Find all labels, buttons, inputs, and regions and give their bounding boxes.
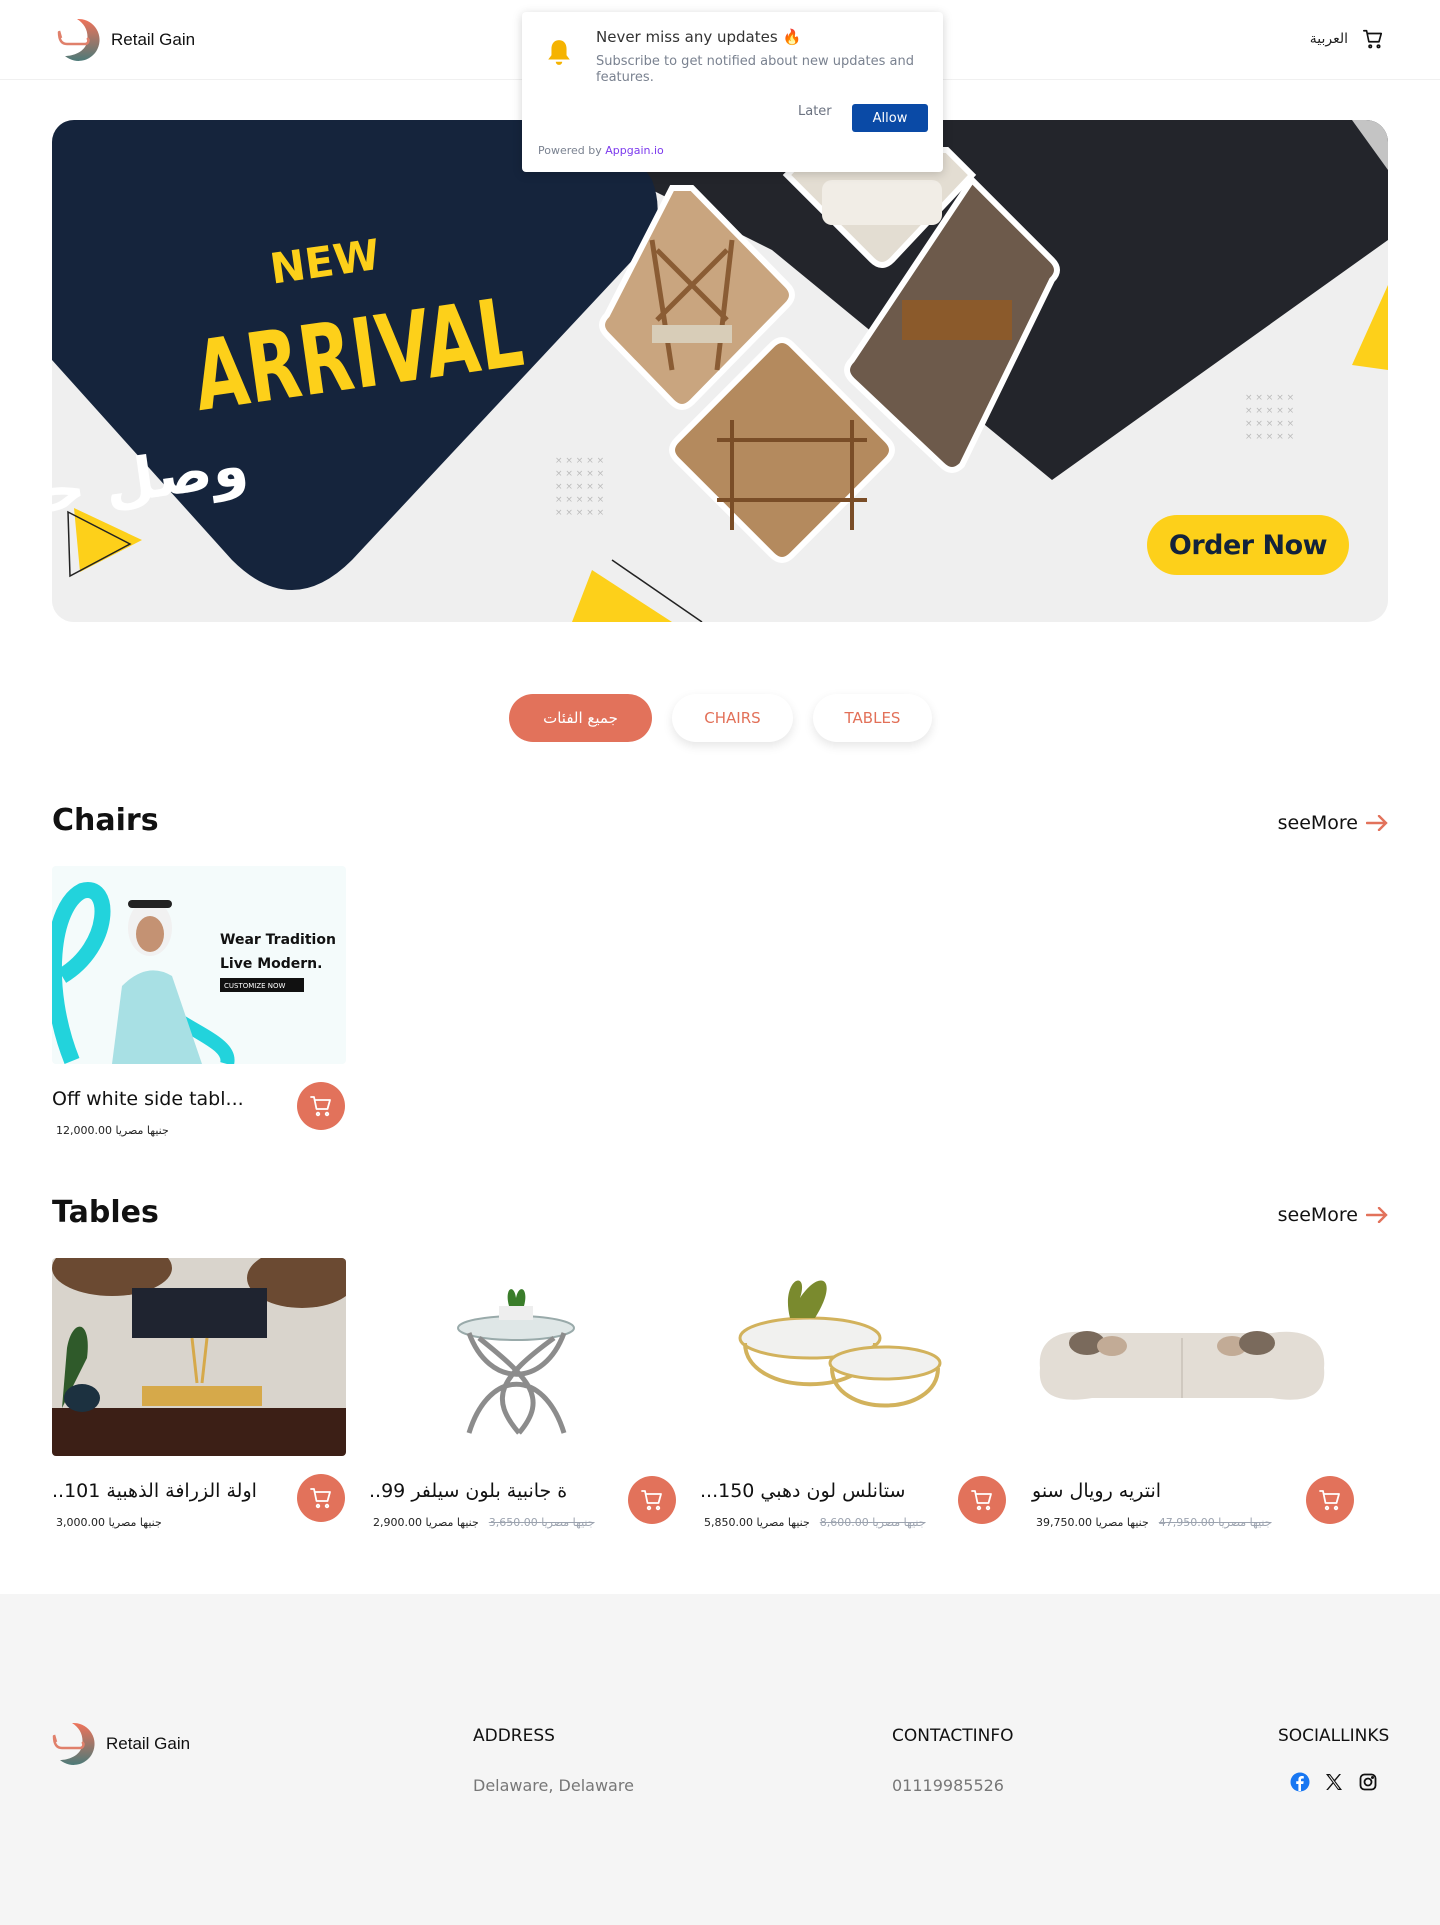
add-to-cart-button[interactable] bbox=[1306, 1476, 1354, 1524]
product-name[interactable]: انتريه رويال سنو bbox=[1032, 1480, 1161, 1502]
arrow-right-icon bbox=[1366, 815, 1388, 831]
powered-by-text: Powered by bbox=[538, 144, 602, 157]
contact-value[interactable]: 01119985526 bbox=[892, 1776, 1004, 1795]
site-footer: Retail Gain ADDRESS Delaware, Delaware C… bbox=[0, 1594, 1440, 1925]
image-text-line2: Live Modern. bbox=[220, 956, 322, 972]
cart-icon bbox=[641, 1490, 662, 1511]
product-name[interactable]: Off white side tabl... bbox=[52, 1088, 244, 1110]
product-card[interactable]: ..ة جانبية بلون سيلفر 99 2,900.00 جنيها … bbox=[369, 1258, 676, 1529]
product-card[interactable]: Wear Tradition Live Modern. CUSTOMIZE NO… bbox=[52, 866, 346, 1137]
image-text-cta: CUSTOMIZE NOW bbox=[224, 982, 286, 990]
cart-icon bbox=[310, 1488, 331, 1509]
product-image[interactable] bbox=[369, 1258, 663, 1456]
product-image[interactable]: Wear Tradition Live Modern. CUSTOMIZE NO… bbox=[52, 866, 346, 1064]
product-image[interactable] bbox=[700, 1258, 994, 1456]
language-switch-link[interactable]: العربية bbox=[1310, 31, 1348, 47]
social-links bbox=[1290, 1772, 1378, 1792]
contact-heading: CONTACTINFO bbox=[892, 1726, 1014, 1746]
notification-body: Subscribe to get notified about new upda… bbox=[596, 54, 914, 85]
facebook-icon[interactable] bbox=[1290, 1772, 1310, 1792]
product-name[interactable]: ..اولة الزرافة الذهبية 101 bbox=[52, 1480, 257, 1502]
product-price: 12,000.00 جنيها مصريا bbox=[56, 1124, 169, 1137]
address-value: Delaware, Delaware bbox=[473, 1776, 634, 1795]
svg-text:× × × × ×: × × × × × bbox=[555, 469, 604, 479]
svg-text:× × × × ×: × × × × × bbox=[555, 508, 604, 518]
product-old-price: 3,650.00 جنيها مصريا bbox=[488, 1516, 595, 1529]
product-name[interactable]: ..ة جانبية بلون سيلفر 99 bbox=[369, 1480, 567, 1502]
allow-button[interactable]: Allow bbox=[852, 104, 928, 132]
product-price: 39,750.00 جنيها مصريا bbox=[1036, 1516, 1149, 1529]
product-old-price: 8,600.00 جنيها مصريا bbox=[819, 1516, 926, 1529]
product-price-row: 5,850.00 جنيها مصريا 8,600.00 جنيها مصري… bbox=[704, 1516, 926, 1529]
add-to-cart-button[interactable] bbox=[958, 1476, 1006, 1524]
product-name[interactable]: ...ستانلس لون دهبي 150 bbox=[700, 1480, 905, 1502]
notification-title: Never miss any updates 🔥 bbox=[596, 28, 802, 46]
see-more-label: seeMore bbox=[1277, 1204, 1358, 1226]
section-title-chairs: Chairs bbox=[52, 803, 159, 838]
footer-brand-logo[interactable]: Retail Gain bbox=[50, 1720, 190, 1768]
product-price: 2,900.00 جنيها مصريا bbox=[373, 1516, 479, 1529]
hero-banner[interactable]: NEW ARRIVAL وصل حديثاً × × × × × × × × × … bbox=[52, 120, 1388, 622]
product-image-artwork bbox=[369, 1258, 663, 1456]
add-to-cart-button[interactable] bbox=[628, 1476, 676, 1524]
instagram-icon[interactable] bbox=[1358, 1772, 1378, 1792]
svg-text:× × × × ×: × × × × × bbox=[555, 456, 604, 466]
section-title-tables: Tables bbox=[52, 1195, 159, 1230]
cart-icon bbox=[310, 1096, 331, 1117]
x-icon[interactable] bbox=[1324, 1772, 1344, 1792]
logo-icon bbox=[57, 18, 100, 61]
see-more-tables-link[interactable]: seeMore bbox=[1278, 1204, 1388, 1226]
brand-name: Retail Gain bbox=[111, 30, 196, 49]
product-price: 5,850.00 جنيها مصريا bbox=[704, 1516, 810, 1529]
footer-brand-name: Retail Gain bbox=[106, 1734, 191, 1753]
product-image[interactable] bbox=[52, 1258, 346, 1456]
product-card[interactable]: ...ستانلس لون دهبي 150 5,850.00 جنيها مص… bbox=[700, 1258, 1006, 1529]
cart-icon[interactable] bbox=[1362, 28, 1384, 50]
see-more-chairs-link[interactable]: seeMore bbox=[1278, 812, 1388, 834]
product-card[interactable]: انتريه رويال سنو 39,750.00 جنيها مصريا 4… bbox=[1032, 1258, 1354, 1529]
product-price: 3,000.00 جنيها مصريا bbox=[56, 1516, 162, 1529]
logo-icon bbox=[52, 1722, 95, 1765]
svg-text:× × × × ×: × × × × × bbox=[1245, 393, 1294, 403]
product-price-row: 39,750.00 جنيها مصريا 47,950.00 جنيها مص… bbox=[1036, 1516, 1272, 1529]
bell-icon bbox=[548, 40, 570, 65]
product-image-artwork bbox=[700, 1258, 994, 1456]
svg-text:× × × × ×: × × × × × bbox=[1245, 419, 1294, 429]
product-price-row: 2,900.00 جنيها مصريا 3,650.00 جنيها مصري… bbox=[373, 1516, 595, 1529]
header-actions: العربية bbox=[1310, 28, 1384, 50]
see-more-label: seeMore bbox=[1277, 812, 1358, 834]
product-image-artwork bbox=[52, 1258, 346, 1456]
appgain-link[interactable]: Appgain.io bbox=[605, 144, 664, 157]
product-price-row: 3,000.00 جنيها مصريا bbox=[56, 1516, 162, 1529]
add-to-cart-button[interactable] bbox=[297, 1474, 345, 1522]
powered-by: Powered by Appgain.io bbox=[538, 144, 664, 157]
svg-text:× × × × ×: × × × × × bbox=[1245, 406, 1294, 416]
tab-all-categories[interactable]: جميع الفئات bbox=[509, 694, 652, 742]
add-to-cart-button[interactable] bbox=[297, 1082, 345, 1130]
svg-text:× × × × ×: × × × × × bbox=[1245, 432, 1294, 442]
cart-icon bbox=[1319, 1490, 1340, 1511]
product-image-artwork bbox=[1032, 1258, 1326, 1456]
order-now-button[interactable]: Order Now bbox=[1147, 515, 1349, 575]
address-heading: ADDRESS bbox=[473, 1726, 555, 1746]
later-button[interactable]: Later bbox=[798, 104, 832, 119]
svg-text:× × × × ×: × × × × × bbox=[555, 482, 604, 492]
product-price-row: 12,000.00 جنيها مصريا bbox=[56, 1124, 169, 1137]
social-heading: SOCIALLINKS bbox=[1278, 1726, 1390, 1746]
product-old-price: 47,950.00 جنيها مصريا bbox=[1158, 1516, 1272, 1529]
cart-icon bbox=[971, 1490, 992, 1511]
tab-chairs[interactable]: CHAIRS bbox=[672, 694, 793, 742]
tab-tables[interactable]: TABLES bbox=[813, 694, 932, 742]
product-image-artwork: Wear Tradition Live Modern. CUSTOMIZE NO… bbox=[52, 866, 346, 1064]
brand-logo[interactable]: Retail Gain bbox=[55, 16, 195, 64]
svg-text:× × × × ×: × × × × × bbox=[555, 495, 604, 505]
push-notification-prompt: Never miss any updates 🔥 Subscribe to ge… bbox=[522, 12, 943, 172]
category-tabs: جميع الفئات CHAIRS TABLES bbox=[509, 694, 932, 742]
arrow-right-icon bbox=[1366, 1207, 1388, 1223]
image-text-line1: Wear Tradition bbox=[220, 932, 336, 948]
product-image[interactable] bbox=[1032, 1258, 1326, 1456]
product-card[interactable]: ..اولة الزرافة الذهبية 101 3,000.00 جنيه… bbox=[52, 1258, 346, 1529]
